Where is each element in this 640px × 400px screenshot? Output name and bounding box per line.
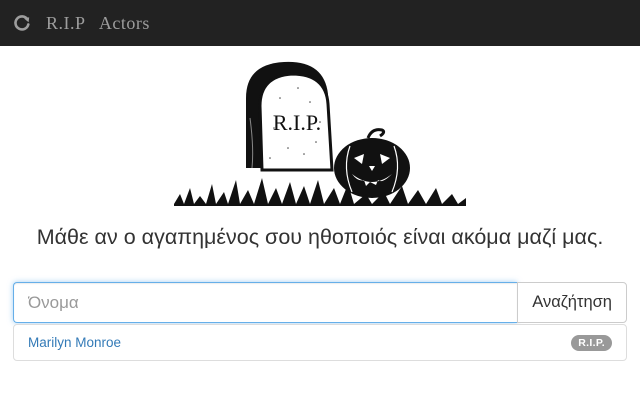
search-button[interactable]: Αναζήτηση [517, 282, 627, 323]
pumpkin-icon [334, 128, 410, 198]
list-item: Marilyn Monroe R.I.P. [13, 324, 627, 361]
refresh-icon[interactable] [12, 13, 32, 33]
actor-name-link[interactable]: Marilyn Monroe [28, 335, 121, 350]
top-navbar: R.I.P Actors [0, 0, 640, 46]
search-group: Αναζήτηση [13, 282, 627, 323]
actor-name-search-input[interactable] [13, 282, 518, 323]
page-tagline: Μάθε αν ο αγαπημένος σου ηθοποιός είναι … [36, 225, 604, 249]
search-results-list: Marilyn Monroe R.I.P. [13, 324, 627, 361]
brand-title[interactable]: R.I.P Actors [46, 13, 150, 34]
tombstone-text: R.I.P. [273, 110, 321, 135]
tombstone-pumpkin-illustration: R.I.P. [170, 58, 470, 208]
status-badge: R.I.P. [571, 334, 612, 351]
